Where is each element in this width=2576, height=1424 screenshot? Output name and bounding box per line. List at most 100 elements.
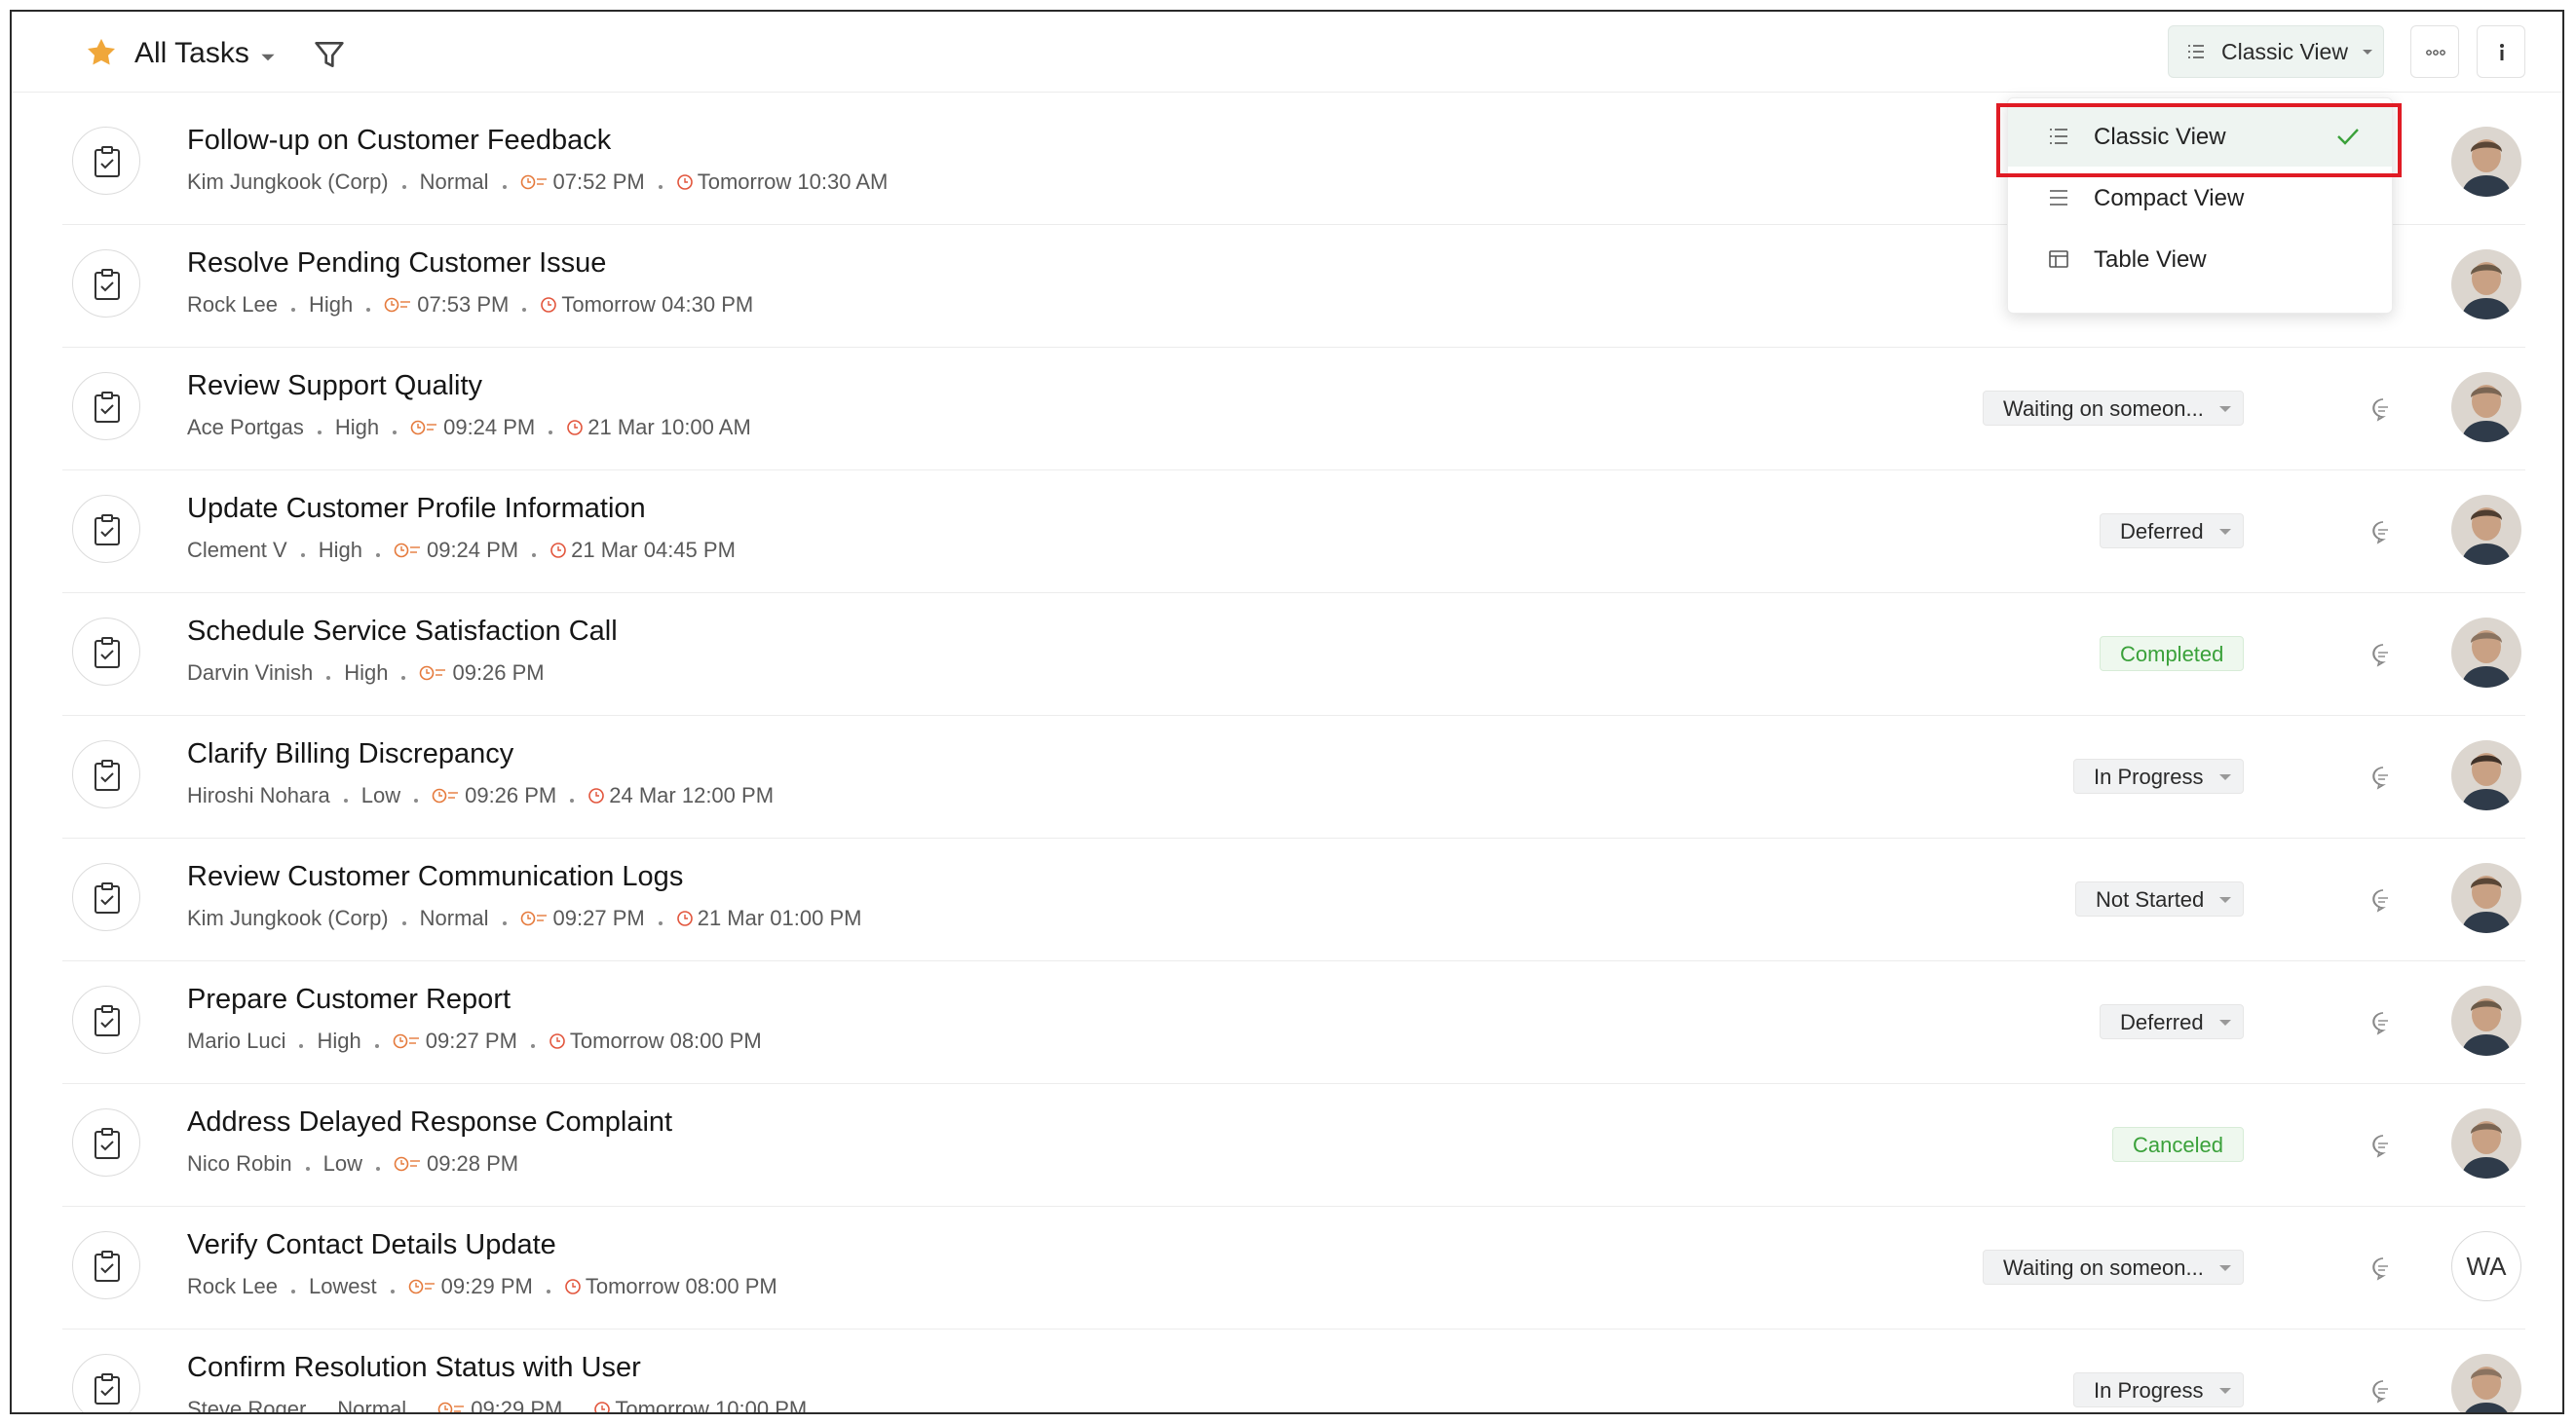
clipboard-check-icon (95, 882, 120, 914)
task-priority: Lowest (308, 1274, 377, 1298)
comment-icon[interactable] (2369, 1255, 2397, 1282)
task-created-time: 09:29 PM (471, 1397, 563, 1414)
avatar[interactable] (2451, 372, 2521, 442)
avatar[interactable] (2451, 740, 2521, 810)
separator-dot (290, 1290, 295, 1293)
avatar[interactable] (2451, 249, 2521, 319)
separator-dot (401, 921, 406, 925)
avatar[interactable] (2451, 618, 2521, 688)
task-row[interactable]: Update Customer Profile Information Clem… (62, 469, 2525, 593)
task-created-time: 09:29 PM (440, 1274, 533, 1298)
task-title[interactable]: Resolve Pending Customer Issue (187, 247, 606, 280)
created-time-icon (394, 1156, 420, 1172)
comment-icon[interactable] (2369, 764, 2397, 791)
task-owner: Mario Luci (187, 1029, 286, 1053)
task-created-time: 09:27 PM (552, 906, 645, 930)
avatar[interactable] (2451, 127, 2521, 197)
task-title[interactable]: Schedule Service Satisfaction Call (187, 616, 618, 648)
compact-list-icon (2050, 190, 2067, 206)
page-title[interactable]: All Tasks (134, 37, 249, 70)
status-dropdown[interactable]: Waiting on someon... (1983, 1250, 2244, 1285)
task-icon-circle (72, 1108, 140, 1177)
task-row[interactable]: Schedule Service Satisfaction Call Darvi… (62, 592, 2525, 716)
task-meta: Mario Luci High 09:27 PM Tomorrow 08:00 … (187, 1029, 762, 1054)
task-row[interactable]: Clarify Billing Discrepancy Hiroshi Noha… (62, 715, 2525, 839)
avatar[interactable] (2451, 986, 2521, 1056)
task-title[interactable]: Confirm Resolution Status with User (187, 1352, 641, 1384)
view-option-table[interactable]: Table View (2008, 229, 2392, 289)
task-icon-circle (72, 1231, 140, 1299)
separator-dot (414, 799, 419, 803)
task-title[interactable]: Prepare Customer Report (187, 984, 511, 1016)
task-due-date: Tomorrow 10:30 AM (697, 169, 889, 194)
task-row[interactable]: Review Customer Communication Logs Kim J… (62, 838, 2525, 961)
task-meta: Clement V High 09:24 PM 21 Mar 04:45 PM (187, 538, 736, 563)
comment-icon[interactable] (2369, 395, 2397, 423)
status-label: Deferred (2120, 1010, 2204, 1034)
task-title[interactable]: Address Delayed Response Complaint (187, 1106, 672, 1139)
status-dropdown[interactable]: Completed (2100, 636, 2245, 671)
separator-dot (375, 553, 380, 557)
comment-icon[interactable] (2369, 886, 2397, 914)
created-time-icon (420, 665, 446, 681)
separator-dot (393, 431, 398, 434)
avatar[interactable] (2451, 1108, 2521, 1179)
status-label: Waiting on someon... (2003, 1255, 2204, 1280)
comment-icon[interactable] (2369, 1009, 2397, 1036)
task-meta: Rock Lee High 07:53 PM Tomorrow 04:30 PM (187, 292, 753, 318)
task-due-date: 21 Mar 10:00 AM (587, 415, 751, 439)
comment-icon[interactable] (2369, 518, 2397, 545)
task-meta: Ace Portgas High 09:24 PM 21 Mar 10:00 A… (187, 415, 751, 440)
task-title[interactable]: Clarify Billing Discrepancy (187, 738, 513, 770)
task-meta: Darvin Vinish High 09:26 PM (187, 660, 545, 686)
status-dropdown[interactable]: In Progress (2073, 1372, 2244, 1407)
status-dropdown[interactable]: Deferred (2100, 513, 2244, 548)
due-clock-icon (567, 420, 584, 435)
status-dropdown[interactable]: Canceled (2112, 1127, 2244, 1162)
avatar[interactable] (2451, 495, 2521, 565)
task-created-time: 09:27 PM (425, 1029, 517, 1053)
comment-icon[interactable] (2369, 641, 2397, 668)
task-title[interactable]: Review Support Quality (187, 370, 482, 402)
filter-icon[interactable] (310, 35, 349, 74)
task-title[interactable]: Review Customer Communication Logs (187, 861, 683, 893)
info-button[interactable] (2477, 25, 2525, 78)
separator-dot (374, 1044, 379, 1048)
clipboard-check-icon (95, 1251, 120, 1282)
more-options-button[interactable] (2410, 25, 2459, 78)
task-row[interactable]: Confirm Resolution Status with User Stev… (62, 1329, 2525, 1414)
star-icon[interactable] (82, 33, 121, 72)
task-created-time: 07:52 PM (552, 169, 645, 194)
task-owner: Nico Robin (187, 1151, 292, 1176)
comment-icon[interactable] (2369, 1377, 2397, 1405)
selection-highlight (1996, 103, 2402, 177)
separator-dot (401, 185, 406, 189)
status-dropdown[interactable]: Waiting on someon... (1983, 391, 2244, 426)
task-priority: High (318, 538, 362, 562)
view-switcher-button[interactable]: Classic View (2168, 25, 2384, 78)
avatar[interactable] (2451, 863, 2521, 933)
task-title[interactable]: Verify Contact Details Update (187, 1229, 556, 1261)
avatar[interactable]: WA (2451, 1231, 2521, 1301)
task-row[interactable]: Verify Contact Details Update Rock Lee L… (62, 1206, 2525, 1330)
task-title[interactable]: Update Customer Profile Information (187, 493, 646, 525)
task-icon-circle (72, 249, 140, 318)
due-clock-icon (588, 788, 605, 804)
task-icon-circle (72, 372, 140, 440)
status-dropdown[interactable]: In Progress (2073, 759, 2244, 794)
comment-icon[interactable] (2369, 1132, 2397, 1159)
task-title[interactable]: Follow-up on Customer Feedback (187, 125, 611, 157)
task-row[interactable]: Review Support Quality Ace Portgas High … (62, 347, 2525, 470)
task-owner: Hiroshi Nohara (187, 783, 330, 807)
caret-down-icon (2218, 529, 2231, 535)
task-row[interactable]: Address Delayed Response Complaint Nico … (62, 1083, 2525, 1207)
task-row[interactable]: Prepare Customer Report Mario Luci High … (62, 960, 2525, 1084)
task-priority: Normal (337, 1397, 407, 1414)
chevron-down-icon[interactable] (257, 47, 279, 68)
caret-down-icon (2218, 1020, 2231, 1026)
task-created-time: 07:53 PM (417, 292, 510, 317)
status-dropdown[interactable]: Deferred (2100, 1004, 2244, 1039)
caret-down-icon (2219, 897, 2232, 903)
avatar[interactable] (2451, 1354, 2521, 1412)
status-dropdown[interactable]: Not Started (2075, 881, 2245, 917)
